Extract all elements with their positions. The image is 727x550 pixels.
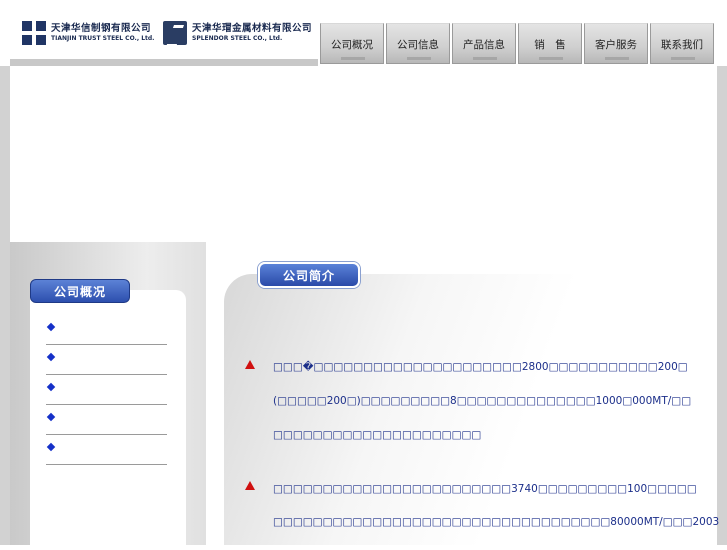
sidebar-title: 公司概况 bbox=[30, 279, 130, 303]
paragraph-1-line-3: □□□□□□□□□□□□□□□□□□□□□ bbox=[273, 429, 482, 441]
logo1-cn-name: 天津华信制钢有限公司 bbox=[51, 23, 152, 35]
nav-tab-underline bbox=[605, 57, 629, 60]
diamond-bullet-icon bbox=[46, 352, 56, 362]
paragraph-1-line-2: (□□□□□200□)□□□□□□□□□8□□□□□□□□□□□□□□1000□… bbox=[273, 395, 692, 407]
splendor-steel-logo[interactable]: 天津华瑁金属材料有限公司 SPLENDOR STEEL CO., Ltd. bbox=[163, 20, 312, 46]
content-panel bbox=[224, 274, 717, 545]
sidebar: 公司概况 bbox=[10, 242, 208, 550]
sidebar-item-2[interactable] bbox=[46, 345, 167, 375]
logo1-en-name: TIANJIN TRUST STEEL CO., Ltd. bbox=[51, 34, 155, 42]
nav-tab-company-info[interactable]: 公司信息 bbox=[386, 23, 450, 64]
header-divider-bar bbox=[10, 59, 318, 66]
nav-tab-product-info[interactable]: 产品信息 bbox=[452, 23, 516, 64]
diamond-bullet-icon bbox=[46, 442, 56, 452]
banner-area bbox=[10, 66, 717, 242]
sidebar-item-5[interactable] bbox=[46, 435, 167, 465]
diamond-bullet-icon bbox=[46, 412, 56, 422]
header: 天津华信制钢有限公司 TIANJIN TRUST STEEL CO., Ltd.… bbox=[0, 0, 727, 66]
logo2-cn-name: 天津华瑁金属材料有限公司 bbox=[192, 23, 313, 35]
nav-tab-company-overview[interactable]: 公司概况 bbox=[320, 23, 384, 64]
tianjin-trust-steel-logo[interactable]: 天津华信制钢有限公司 TIANJIN TRUST STEEL CO., Ltd. bbox=[22, 20, 154, 46]
left-frame-border bbox=[0, 66, 10, 545]
nav-tab-label: 客户服务 bbox=[595, 39, 637, 51]
nav-tab-label: 公司信息 bbox=[397, 39, 439, 51]
nav-tab-contact-us[interactable]: 联系我们 bbox=[650, 23, 714, 64]
nav-tab-label: 公司概况 bbox=[331, 39, 373, 51]
diamond-bullet-icon bbox=[46, 382, 56, 392]
trust-steel-logo-icon bbox=[22, 21, 46, 45]
nav-tab-label: 产品信息 bbox=[463, 39, 505, 51]
content-title: 公司简介 bbox=[258, 262, 360, 288]
nav-tab-underline bbox=[341, 57, 365, 60]
sidebar-item-4[interactable] bbox=[46, 405, 167, 435]
sidebar-item-3[interactable] bbox=[46, 375, 167, 405]
triangle-bullet-icon bbox=[245, 481, 255, 490]
logo2-en-name: SPLENDOR STEEL CO., Ltd. bbox=[192, 34, 283, 42]
nav-tab-underline bbox=[539, 57, 563, 60]
nav-tab-label: 联系我们 bbox=[661, 39, 703, 51]
main-nav: 公司概况 公司信息 产品信息 销 售 客户服务 联系我们 bbox=[320, 23, 716, 64]
nav-tab-underline bbox=[407, 57, 431, 60]
nav-tab-label: 销 售 bbox=[534, 39, 566, 51]
nav-tab-underline bbox=[671, 57, 695, 60]
nav-tab-sales[interactable]: 销 售 bbox=[518, 23, 582, 64]
paragraph-2-line-2: □□□□□□□□□□□□□□□□□□□□□□□□□□□□□□□□□□80000M… bbox=[273, 516, 720, 528]
paragraph-1-line-1: □□□�□□□□□□□□□□□□□□□□□□□□□2800□□□□□□□□□□□… bbox=[273, 361, 688, 373]
sidebar-item-1[interactable] bbox=[46, 315, 167, 345]
splendor-steel-logo-icon bbox=[163, 21, 187, 45]
nav-tab-underline bbox=[473, 57, 497, 60]
right-frame-border bbox=[717, 66, 727, 545]
paragraph-2-line-1: □□□□□□□□□□□□□□□□□□□□□□□□3740□□□□□□□□□100… bbox=[273, 483, 697, 495]
main-content: 公司简介 □□□�□□□□□□□□□□□□□□□□□□□□□2800□□□□□□… bbox=[206, 242, 720, 545]
triangle-bullet-icon bbox=[245, 360, 255, 369]
nav-tab-customer-service[interactable]: 客户服务 bbox=[584, 23, 648, 64]
diamond-bullet-icon bbox=[46, 322, 56, 332]
